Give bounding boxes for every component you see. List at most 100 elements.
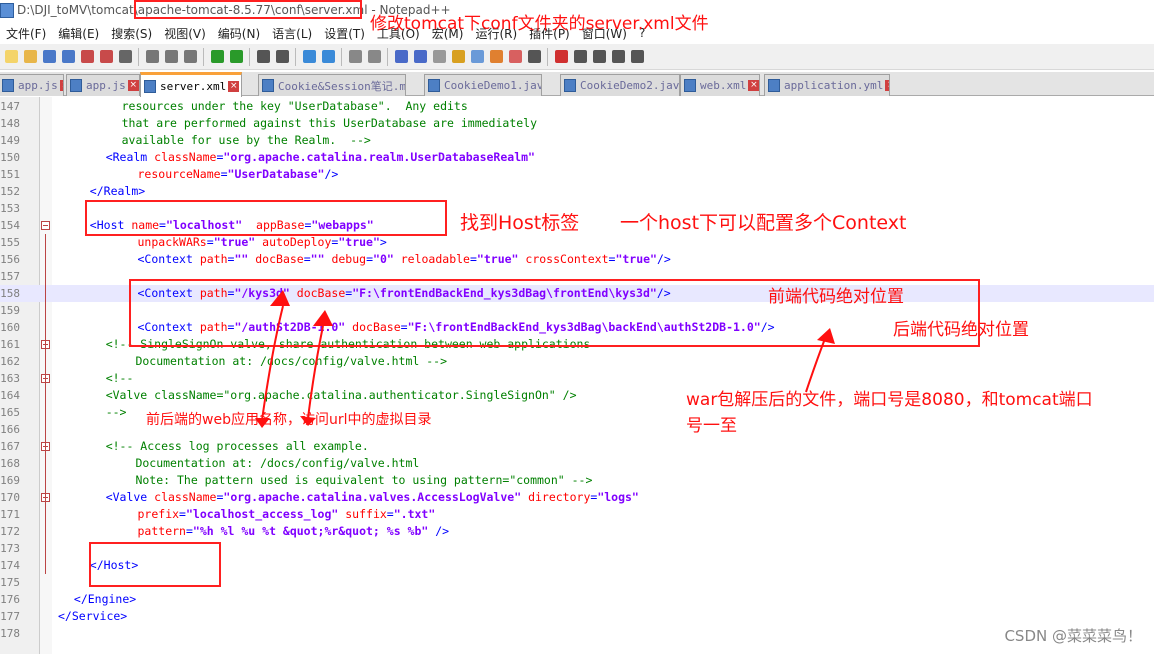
code-token: =: [303, 252, 311, 266]
tab-label: Cookie&Session笔记.md: [278, 79, 406, 93]
paste-icon[interactable]: [181, 48, 199, 66]
sync-h-icon[interactable]: [365, 48, 383, 66]
tab-web-xml[interactable]: web.xml ×: [680, 74, 760, 96]
code-token: <!-- Access log processes all example.: [105, 439, 369, 453]
tab-cookiedemo2-java[interactable]: CookieDemo2.java×: [560, 74, 680, 96]
wrap-icon[interactable]: [392, 48, 410, 66]
close-icon[interactable]: ×: [59, 80, 63, 91]
new-file-icon[interactable]: [2, 48, 20, 66]
code-token: =: [366, 252, 374, 266]
line-number: 162: [0, 355, 20, 368]
code-token: path: [199, 252, 228, 266]
redo-icon[interactable]: [227, 48, 245, 66]
menu-item[interactable]: 视图(V): [158, 25, 212, 42]
code-text: <!--: [106, 370, 134, 387]
tab-application-yml[interactable]: application.yml×: [764, 74, 890, 96]
code-line[interactable]: 176 </Engine>: [0, 591, 1154, 608]
host-close-highlight: [89, 542, 221, 587]
code-token: crossContext: [525, 252, 609, 266]
code-line[interactable]: 150 <Realm className="org.apache.catalina…: [0, 149, 1154, 166]
code-line[interactable]: 162 Documentation at: /docs/config/valve…: [0, 353, 1154, 370]
line-number: 174: [0, 559, 20, 572]
monitor-icon[interactable]: [525, 48, 543, 66]
open-file-icon[interactable]: [21, 48, 39, 66]
code-line[interactable]: 152 </Realm>: [0, 183, 1154, 200]
function-list-icon[interactable]: [487, 48, 505, 66]
title-note: 修改tomcat下conf文件夹的server.xml文件: [370, 14, 709, 34]
line-number: 151: [0, 168, 20, 181]
fold-toggle-host-icon[interactable]: [41, 221, 50, 230]
code-line[interactable]: 151 resourceName="UserDatabase"/>: [0, 166, 1154, 183]
all-chars-icon[interactable]: [411, 48, 429, 66]
doc-map-icon[interactable]: [468, 48, 486, 66]
record-macro-icon[interactable]: [552, 48, 570, 66]
menu-item[interactable]: 文件(F): [0, 25, 52, 42]
find-icon[interactable]: [254, 48, 272, 66]
code-token: "true": [476, 252, 519, 266]
close-all-icon[interactable]: [97, 48, 115, 66]
code-line[interactable]: 156 <Context path="" docBase="" debug="0"…: [0, 251, 1154, 268]
code-text: <Realm className="org.apache.catalina.re…: [106, 149, 535, 166]
menu-item[interactable]: 编辑(E): [52, 25, 105, 42]
code-line[interactable]: 178: [0, 625, 1154, 642]
menu-item[interactable]: 语言(L): [266, 25, 318, 42]
copy-icon[interactable]: [162, 48, 180, 66]
tab-app-js[interactable]: app.js×: [66, 74, 140, 96]
code-line[interactable]: 168 Documentation at: /docs/config/valve…: [0, 455, 1154, 472]
code-text: Note: The pattern used is equivalent to …: [122, 472, 592, 489]
code-token: =: [469, 252, 477, 266]
sync-v-icon[interactable]: [346, 48, 364, 66]
tab-server-xml[interactable]: server.xml ×: [140, 72, 242, 97]
undo-icon[interactable]: [208, 48, 226, 66]
zoom-out-icon[interactable]: [319, 48, 337, 66]
print-icon[interactable]: [116, 48, 134, 66]
code-token: "localhost_access_log": [185, 507, 339, 521]
replace-icon[interactable]: [273, 48, 291, 66]
code-line[interactable]: 169 Note: The pattern used is equivalent…: [0, 472, 1154, 489]
close-icon[interactable]: ×: [885, 80, 889, 91]
close-icon[interactable]: ×: [228, 80, 240, 92]
code-line[interactable]: 148 that are performed against this UserD…: [0, 115, 1154, 132]
code-line[interactable]: 170 <Valve className="org.apache.catalina…: [0, 489, 1154, 506]
stop-macro-icon[interactable]: [571, 48, 589, 66]
menu-item[interactable]: 设置(T): [318, 25, 371, 42]
code-token: <Valve className="org.apache.catalina.au…: [105, 388, 577, 402]
code-line[interactable]: 149 available for use by the Realm. -->: [0, 132, 1154, 149]
line-number: 148: [0, 117, 20, 130]
code-line[interactable]: 167 <!-- Access log processes all example…: [0, 438, 1154, 455]
line-number: 169: [0, 474, 20, 487]
code-token: =: [185, 524, 193, 538]
cut-icon[interactable]: [143, 48, 161, 66]
close-icon[interactable]: ×: [748, 80, 759, 91]
menu-item[interactable]: 编码(N): [212, 25, 266, 42]
tab-cookiedemo1-java[interactable]: CookieDemo1.java×: [424, 74, 542, 96]
code-line[interactable]: 147 resources under the key "UserDatabase…: [0, 98, 1154, 115]
code-line[interactable]: 171 prefix="localhost_access_log" suffix=…: [0, 506, 1154, 523]
save-all-icon[interactable]: [59, 48, 77, 66]
menu-item[interactable]: 搜索(S): [105, 25, 158, 42]
folder-workspace-icon[interactable]: [506, 48, 524, 66]
tab-app-js[interactable]: app.js×: [0, 74, 64, 96]
code-token: =: [179, 507, 186, 521]
line-number: 158: [0, 287, 20, 300]
zoom-in-icon[interactable]: [300, 48, 318, 66]
code-token: =: [206, 235, 214, 249]
tab-cookie-session-md[interactable]: Cookie&Session笔记.md×: [258, 74, 406, 96]
save-macro-icon[interactable]: [628, 48, 646, 66]
play-macro-icon[interactable]: [590, 48, 608, 66]
code-line[interactable]: 155 unpackWARs="true" autoDeploy="true">: [0, 234, 1154, 251]
tab-label: CookieDemo2.java: [580, 79, 680, 92]
close-icon[interactable]: ×: [127, 80, 139, 91]
line-number: 167: [0, 440, 20, 453]
code-line[interactable]: 172 pattern="%h %l %u %t &quot;%r&quot; %…: [0, 523, 1154, 540]
play-multi-icon[interactable]: [609, 48, 627, 66]
code-line[interactable]: 177 </Service>: [0, 608, 1154, 625]
save-icon[interactable]: [40, 48, 58, 66]
line-number: 175: [0, 576, 20, 589]
indent-guide-icon[interactable]: [430, 48, 448, 66]
udl-icon[interactable]: [449, 48, 467, 66]
code-token: pattern: [137, 524, 186, 538]
code-token: "true": [615, 252, 657, 266]
line-number: 168: [0, 457, 20, 470]
close-icon[interactable]: [78, 48, 96, 66]
